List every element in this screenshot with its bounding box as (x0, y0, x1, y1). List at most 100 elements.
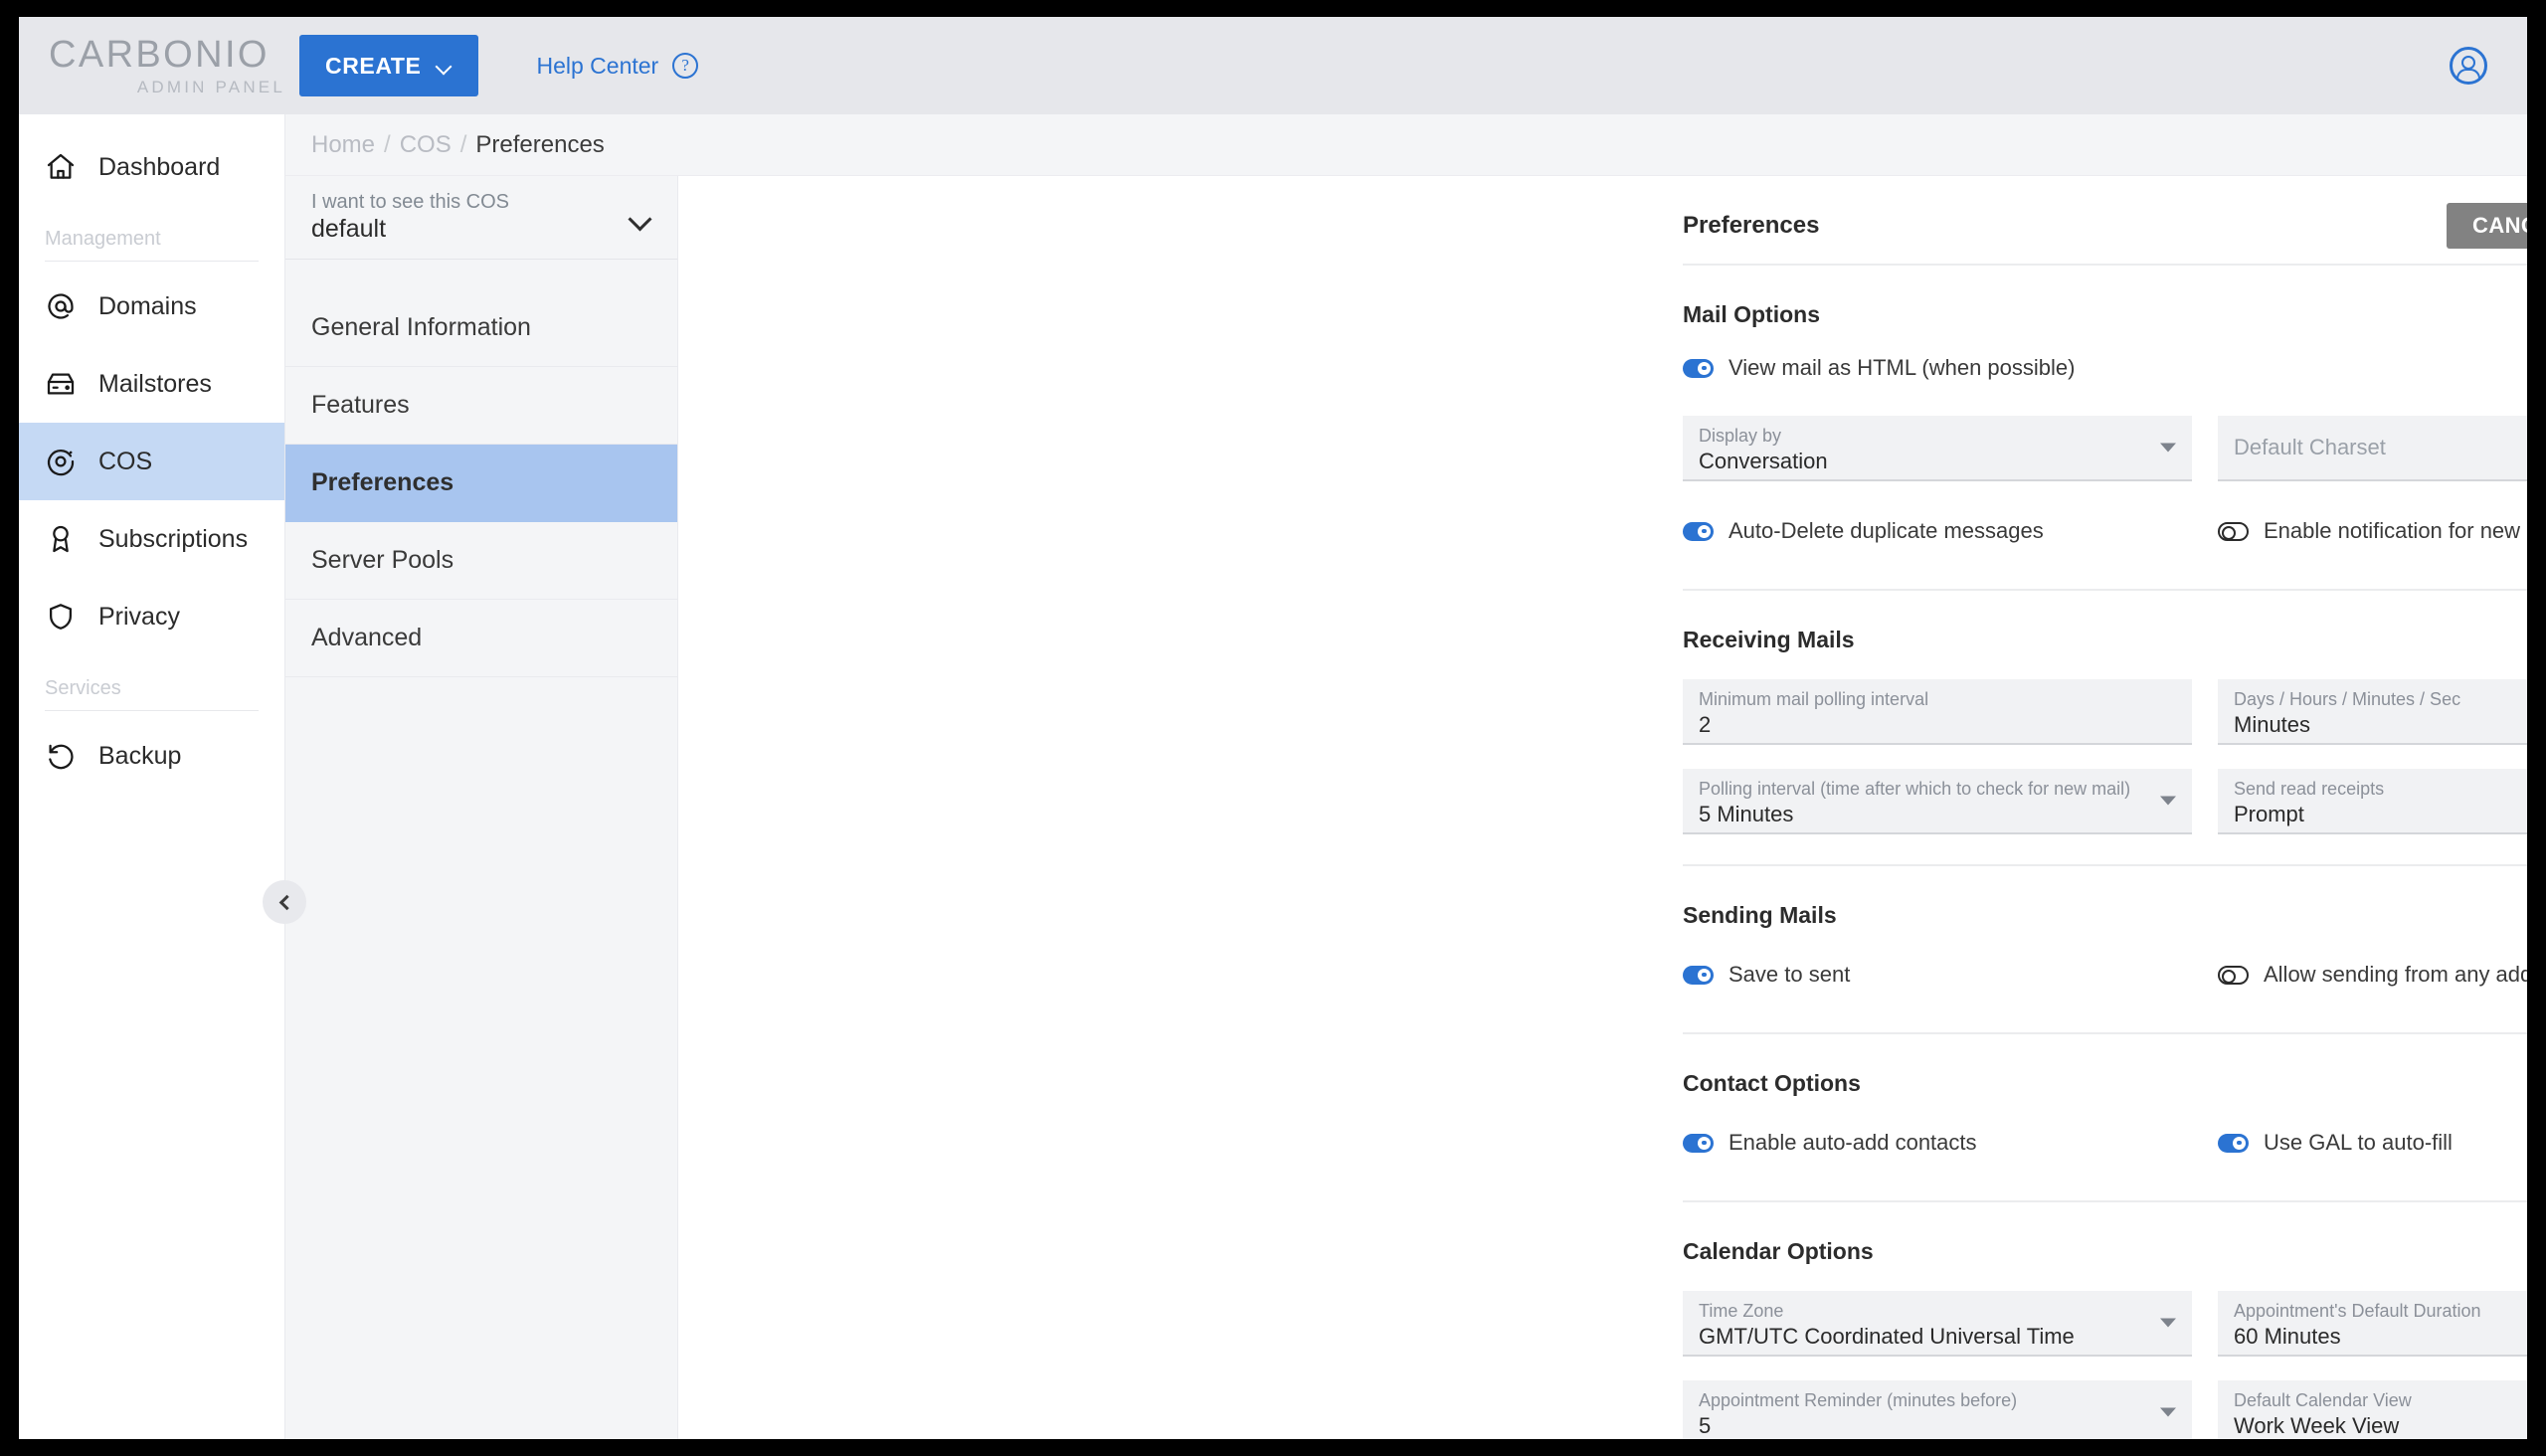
sidebar-item-dashboard[interactable]: Dashboard (19, 128, 284, 206)
toggle-save-to-sent[interactable]: Save to sent (1683, 947, 2192, 1002)
breadcrumb-separator: / (459, 130, 467, 158)
field-default-charset[interactable]: Default Charset (2218, 416, 2527, 481)
field-label: Time Zone (1699, 1301, 1784, 1321)
field-display-by[interactable]: Display by Conversation (1683, 416, 2192, 481)
sidebar-item-label: Domains (98, 291, 197, 320)
chevron-down-icon (2160, 1318, 2176, 1328)
app-logo[interactable]: CARBONIO ADMIN PANEL (19, 36, 285, 95)
section-divider (1683, 1200, 2527, 1202)
toggle-switch-icon[interactable] (2218, 521, 2249, 541)
toggle-switch-icon[interactable] (1683, 358, 1714, 378)
field-value: 5 (1699, 1412, 1712, 1438)
field-time-unit[interactable]: Days / Hours / Minutes / Sec Minutes (2218, 679, 2527, 745)
preferences-form-pane: Preferences CANCEL SAVE Mail Options (678, 176, 2527, 1439)
field-value: 5 Minutes (1699, 801, 1794, 826)
chevron-down-icon (437, 61, 453, 71)
primary-sidebar: Dashboard Management Domains Mailstores … (19, 114, 306, 1439)
breadcrumb-separator: / (384, 130, 391, 158)
sidebar-item-backup[interactable]: Backup (19, 717, 284, 795)
toggle-label: View mail as HTML (when possible) (1728, 355, 2076, 380)
field-polling-interval[interactable]: Polling interval (time after which to ch… (1683, 769, 2192, 834)
field-label: Default Calendar View (2234, 1390, 2412, 1410)
toggle-auto-delete-duplicate-messages[interactable]: Auto-Delete duplicate messages (1683, 503, 2192, 559)
field-send-read-receipts[interactable]: Send read receipts Prompt (2218, 769, 2527, 834)
toggle-label: Enable auto-add contacts (1728, 1130, 1977, 1155)
create-button[interactable]: CREATE (299, 35, 479, 96)
sidebar-item-label: Privacy (98, 602, 180, 631)
sidebar-item-domains[interactable]: Domains (19, 268, 284, 345)
toggle-use-gal-autofill[interactable]: Use GAL to auto-fill (2218, 1115, 2527, 1171)
breadcrumb-home[interactable]: Home (311, 131, 375, 159)
tab-general-information[interactable]: General Information (285, 289, 677, 367)
toggle-switch-icon[interactable] (2218, 1133, 2249, 1153)
toggle-switch-icon[interactable] (1683, 1133, 1714, 1153)
at-sign-icon (45, 290, 77, 322)
chevron-left-icon (278, 894, 294, 910)
form-actions: CANCEL SAVE (2447, 203, 2527, 249)
sidebar-item-privacy[interactable]: Privacy (19, 578, 284, 655)
sidebar-item-label: Mailstores (98, 369, 212, 398)
sidebar-collapse-button[interactable] (263, 880, 306, 924)
cos-selector-label: I want to see this COS (311, 191, 509, 213)
question-circle-icon: ? (672, 53, 699, 79)
panes: I want to see this COS default General I… (285, 176, 2527, 1439)
sidebar-divider (45, 710, 259, 711)
section-divider (1683, 589, 2527, 591)
tab-label: Server Pools (311, 546, 455, 574)
logo-tagline: ADMIN PANEL (136, 78, 285, 96)
help-center-link[interactable]: Help Center ? (536, 52, 699, 80)
field-label: Appointment's Default Duration (2234, 1301, 2481, 1321)
form-header: Preferences CANCEL SAVE (1683, 176, 2527, 254)
tab-server-pools[interactable]: Server Pools (285, 522, 677, 600)
chevron-down-icon (2160, 796, 2176, 806)
sidebar-item-mailstores[interactable]: Mailstores (19, 345, 284, 423)
toggle-switch-icon[interactable] (1683, 521, 1714, 541)
field-appointment-reminder[interactable]: Appointment Reminder (minutes before) 5 (1683, 1380, 2192, 1439)
field-label: Days / Hours / Minutes / Sec (2234, 689, 2461, 709)
section-divider (1683, 864, 2527, 866)
cos-selector[interactable]: I want to see this COS default (285, 176, 677, 260)
account-circle-icon[interactable] (2450, 47, 2487, 85)
create-button-label: CREATE (325, 52, 422, 79)
sidebar-divider (45, 261, 259, 262)
calendar-options-fields: Time Zone GMT/UTC Coordinated Universal … (1683, 1291, 2527, 1439)
field-value: Work Week View (2234, 1412, 2400, 1438)
toggle-label: Use GAL to auto-fill (2264, 1130, 2453, 1155)
field-minimum-mail-polling-interval[interactable]: Minimum mail polling interval 2 (1683, 679, 2192, 745)
tab-label: General Information (311, 313, 531, 341)
field-value: 2 (1699, 711, 1712, 737)
cancel-button[interactable]: CANCEL (2447, 203, 2527, 249)
field-time-zone[interactable]: Time Zone GMT/UTC Coordinated Universal … (1683, 1291, 2192, 1357)
sidebar-item-subscriptions[interactable]: Subscriptions (19, 500, 284, 578)
section-title-calendar-options: Calendar Options (1683, 1238, 1874, 1264)
toggle-enable-auto-add-contacts[interactable]: Enable auto-add contacts (1683, 1115, 2192, 1171)
sidebar-item-cos[interactable]: COS (19, 423, 284, 500)
sidebar-group-management: Management (45, 228, 161, 250)
breadcrumb: Home / COS / Preferences (285, 114, 2527, 176)
tab-label: Advanced (311, 624, 423, 651)
tab-advanced[interactable]: Advanced (285, 600, 677, 677)
field-appointment-default-duration[interactable]: Appointment's Default Duration 60 Minute… (2218, 1291, 2527, 1357)
toggle-enable-notification-new-email[interactable]: Enable notification for new email (2218, 503, 2527, 559)
field-default-calendar-view[interactable]: Default Calendar View Work Week View (2218, 1380, 2527, 1439)
chevron-down-icon (2160, 1407, 2176, 1417)
toggle-view-mail-as-html[interactable]: View mail as HTML (when possible) (1683, 346, 2192, 390)
toggle-switch-icon[interactable] (1683, 965, 1714, 985)
admin-panel-window: CARBONIO ADMIN PANEL CREATE Help Center … (19, 17, 2527, 1439)
breadcrumb-cos[interactable]: COS (400, 131, 452, 159)
tab-features[interactable]: Features (285, 367, 677, 445)
field-value: GMT/UTC Coordinated Universal Time (1699, 1323, 2075, 1349)
restore-icon (45, 740, 77, 772)
cos-selector-value: default (311, 215, 387, 243)
toggle-label: Save to sent (1728, 962, 1851, 987)
toggle-allow-sending-any-address[interactable]: Allow sending from any address (2218, 947, 2527, 1002)
section-divider (1683, 1032, 2527, 1034)
content-column: Home / COS / Preferences I want to see t… (285, 114, 2527, 1439)
help-center-label: Help Center (536, 52, 659, 79)
field-value: Minutes (2234, 711, 2311, 737)
database-icon (45, 368, 77, 400)
tab-preferences[interactable]: Preferences (285, 445, 677, 522)
breadcrumb-current: Preferences (475, 130, 605, 158)
toggle-label: Enable notification for new email (2264, 518, 2527, 543)
toggle-switch-icon[interactable] (2218, 965, 2249, 985)
